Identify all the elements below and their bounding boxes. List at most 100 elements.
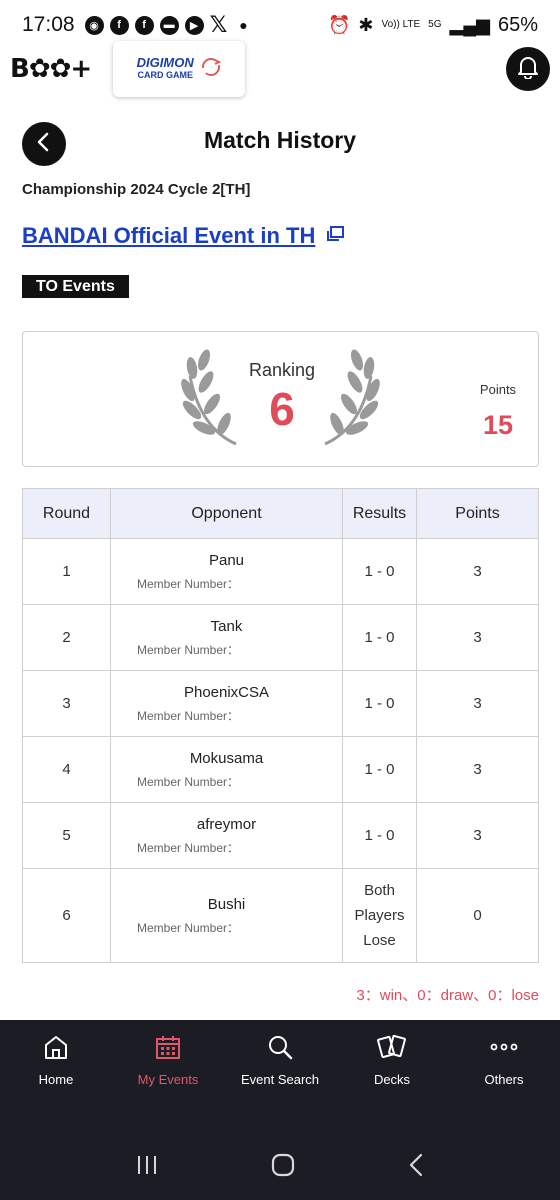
battery-level: 65%: [497, 13, 538, 36]
result-line: Both: [364, 882, 395, 899]
member-number: Member Number：: [137, 920, 240, 935]
result-cell: 1 - 0: [342, 802, 417, 869]
nav-label: Decks: [373, 1072, 411, 1087]
round-cell: 4: [22, 736, 111, 803]
member-number: Member Number：: [137, 708, 240, 723]
result-cell: 1 - 0: [342, 736, 417, 803]
opponent-name: Panu: [208, 551, 245, 569]
brand-plus: +: [70, 54, 92, 84]
calendar-icon: [154, 1032, 182, 1062]
brand-logo[interactable]: B✿✿+: [10, 54, 92, 84]
nav-label: My Events: [137, 1072, 199, 1087]
page-title: Match History: [203, 127, 357, 153]
bell-icon: [517, 55, 539, 84]
cards-icon: [377, 1032, 407, 1062]
nav-label: Home: [38, 1072, 74, 1087]
game-logo-line2: CARD GAME: [137, 70, 193, 80]
opponent-name: afreymor: [196, 815, 257, 833]
home-system-button[interactable]: [270, 1152, 296, 1183]
brand-logo-mark: ✿✿: [28, 54, 72, 84]
round-cell: 3: [22, 670, 111, 737]
table-row: 3 PhoenixCSA Member Number： 1 - 0 3: [22, 670, 539, 737]
member-number: Member Number：: [137, 576, 240, 591]
nav-label: Event Search: [240, 1072, 320, 1087]
app-header: B✿✿+ DIGIMON CARD GAME: [0, 38, 560, 100]
result-line: Players: [354, 907, 405, 924]
ranking-card: Ranking 6 Points 15: [22, 331, 539, 467]
more-notifications-icon: ●: [239, 17, 248, 33]
header-round: Round: [22, 488, 111, 539]
round-cell: 6: [22, 868, 111, 963]
points-cell: 3: [416, 538, 539, 605]
member-number: Member Number：: [137, 774, 240, 789]
swap-icon: [200, 56, 222, 83]
bottom-nav: Home My Events Event Search Decks Others: [0, 1020, 560, 1135]
round-cell: 2: [22, 604, 111, 671]
more-icon: [489, 1032, 519, 1062]
points-cell: 0: [416, 868, 539, 963]
opponent-cell: afreymor Member Number：: [110, 802, 343, 869]
brand-letter: B: [10, 54, 30, 84]
event-type-badge: TO Events: [22, 275, 129, 298]
nav-home[interactable]: Home: [0, 1020, 112, 1135]
laurel-right-icon: [313, 346, 383, 455]
back-system-button[interactable]: [407, 1152, 425, 1183]
notification-button[interactable]: [506, 47, 550, 91]
points-cell: 3: [416, 736, 539, 803]
opponent-cell: Bushi Member Number：: [110, 868, 343, 963]
volte-icon: Vo)) LTE: [381, 19, 421, 30]
status-right: ⏰ ✱ Vo)) LTE 5G ▂▄▆ 65%: [328, 14, 538, 37]
table-row: 1 Panu Member Number： 1 - 0 3: [22, 538, 539, 605]
member-number: Member Number：: [137, 642, 240, 657]
search-icon: [266, 1032, 294, 1062]
nav-event-search[interactable]: Event Search: [224, 1020, 336, 1135]
opponent-name: Bushi: [207, 895, 246, 913]
table-row: 2 Tank Member Number： 1 - 0 3: [22, 604, 539, 671]
home-icon: [42, 1032, 70, 1062]
event-name[interactable]: BANDAI Official Event in TH: [22, 223, 315, 249]
opponent-name: Tank: [210, 617, 243, 635]
match-results-table: Round Opponent Results Points 1 Panu Mem…: [22, 488, 539, 963]
event-name-link[interactable]: BANDAI Official Event in TH: [22, 223, 345, 249]
notification-icons: ◉ f f ▬ ▶ 𝕏 ●: [84, 12, 248, 38]
system-nav-bar: [0, 1135, 560, 1200]
x-icon: 𝕏: [209, 12, 228, 37]
nav-decks[interactable]: Decks: [336, 1020, 448, 1135]
event-cycle: Championship 2024 Cycle 2[TH]: [22, 181, 251, 198]
table-header-row: Round Opponent Results Points: [22, 488, 539, 539]
result-cell: 1 - 0: [342, 604, 417, 671]
opponent-cell: Panu Member Number：: [110, 538, 343, 605]
points-value: 15: [482, 410, 514, 440]
header-results: Results: [342, 488, 417, 539]
points-cell: 3: [416, 604, 539, 671]
external-link-icon: [325, 223, 345, 249]
discord-icon: ◉: [84, 15, 104, 35]
facebook-icon: f: [109, 15, 129, 35]
points-cell: 3: [416, 670, 539, 737]
result-cell: 1 - 0: [342, 538, 417, 605]
opponent-name: PhoenixCSA: [183, 683, 270, 701]
game-logo: DIGIMON CARD GAME: [136, 55, 194, 81]
result-cell: Both Players Lose: [342, 868, 417, 963]
bluetooth-icon: ✱: [358, 14, 374, 35]
result-line: Lose: [363, 932, 396, 949]
points-cell: 3: [416, 802, 539, 869]
facebook-icon: f: [134, 15, 154, 35]
member-number: Member Number：: [137, 840, 240, 855]
opponent-cell: PhoenixCSA Member Number：: [110, 670, 343, 737]
opponent-cell: Tank Member Number：: [110, 604, 343, 671]
5g-icon: 5G: [428, 19, 442, 30]
nav-my-events[interactable]: My Events: [112, 1020, 224, 1135]
points-label: Points: [479, 382, 517, 397]
recent-apps-button[interactable]: [135, 1153, 159, 1182]
round-cell: 1: [22, 538, 111, 605]
nav-others[interactable]: Others: [448, 1020, 560, 1135]
line-icon: ▬: [159, 15, 179, 35]
table-row: 5 afreymor Member Number： 1 - 0 3: [22, 802, 539, 869]
signal-icon: ▂▄▆: [449, 14, 490, 35]
game-selector[interactable]: DIGIMON CARD GAME: [113, 41, 246, 97]
nav-label: Others: [484, 1072, 524, 1087]
youtube-icon: ▶: [184, 15, 204, 35]
status-time: 17:08: [22, 13, 75, 36]
game-logo-line1: DIGIMON: [136, 55, 194, 70]
